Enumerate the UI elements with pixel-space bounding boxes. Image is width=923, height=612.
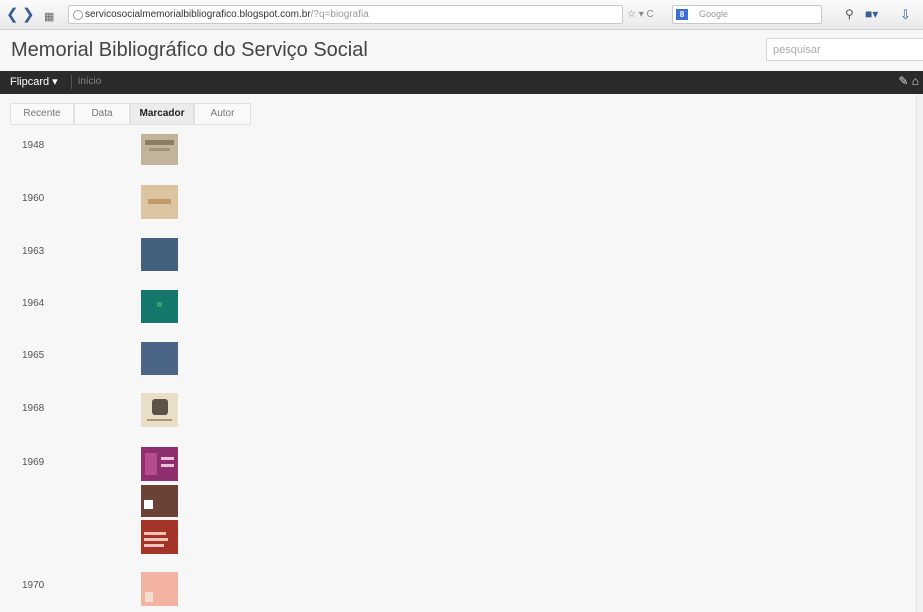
book-cover-thumbnail[interactable] (141, 342, 178, 375)
tab-recente[interactable]: Recente (10, 103, 74, 125)
book-cover-thumbnail[interactable] (141, 572, 178, 606)
address-bar[interactable]: servicosocialmemorialbibliografico.blogs… (68, 5, 623, 24)
year-label: 1968 (22, 403, 45, 414)
book-cover-thumbnail[interactable] (141, 290, 178, 323)
search-icon[interactable]: ⚲ (845, 7, 854, 21)
pencil-icon[interactable]: ✎ (898, 74, 908, 88)
year-label: 1948 (22, 140, 45, 151)
year-label: 1969 (22, 457, 45, 468)
tab-data[interactable]: Data (74, 103, 130, 125)
book-cover-thumbnail[interactable] (141, 520, 178, 554)
google-icon: 8 (676, 9, 688, 20)
year-label: 1964 (22, 298, 45, 309)
view-selector[interactable]: Flipcard ▾ (10, 75, 58, 88)
scrollbar[interactable] (916, 94, 923, 612)
year-label: 1960 (22, 193, 45, 204)
menu-icon[interactable]: ■▾ (865, 7, 878, 21)
bookmarks-icon[interactable]: ▦ (44, 9, 54, 25)
year-label: 1965 (22, 350, 45, 361)
tab-marcador[interactable]: Marcador (130, 103, 194, 125)
divider (71, 75, 72, 89)
url-actions[interactable]: ☆ ▾ C (627, 9, 654, 21)
year-label: 1970 (22, 580, 45, 591)
url-domain: servicosocialmemorialbibliografico.blogs… (85, 9, 311, 20)
nav-actions[interactable]: ✎ ⌂ (898, 74, 919, 88)
forward-icon[interactable]: ❯ (22, 7, 35, 23)
browser-search-box[interactable]: 8 Google (672, 5, 822, 24)
home-icon[interactable]: ⌂ (912, 74, 919, 88)
page-title[interactable]: Memorial Bibliográfico do Serviço Social (11, 39, 368, 62)
book-cover-thumbnail[interactable] (141, 185, 178, 219)
search-input[interactable] (766, 38, 923, 61)
back-icon[interactable]: ❮ (6, 7, 19, 23)
tab-autor[interactable]: Autor (194, 103, 251, 125)
view-navbar: Flipcard ▾ início ✎ ⌂ (0, 71, 923, 94)
book-cover-thumbnail[interactable] (141, 238, 178, 271)
year-label: 1963 (22, 246, 45, 257)
home-link[interactable]: início (78, 76, 101, 87)
browser-toolbar: ❮ ❯ ▦ servicosocialmemorialbibliografico… (0, 0, 923, 30)
url-path: /?q=biografia (310, 9, 369, 20)
browser-search-engine: Google (699, 9, 729, 19)
globe-icon (73, 10, 83, 20)
book-cover-thumbnail[interactable] (141, 134, 178, 165)
book-cover-thumbnail[interactable] (141, 447, 178, 481)
book-cover-thumbnail[interactable] (141, 485, 178, 517)
book-cover-thumbnail[interactable] (141, 393, 178, 427)
download-icon[interactable]: ⇩ (900, 7, 911, 23)
